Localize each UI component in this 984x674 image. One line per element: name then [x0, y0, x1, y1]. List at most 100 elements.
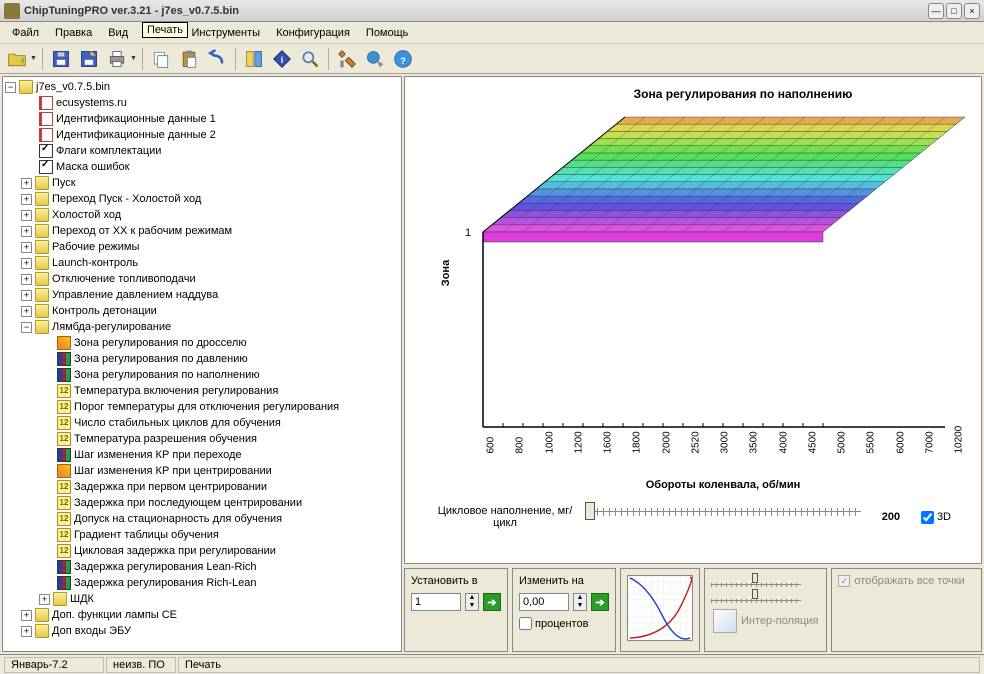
set-input[interactable]	[411, 593, 461, 611]
checkbox-3d-input[interactable]	[921, 511, 934, 524]
tree-item[interactable]: 12Температура разрешения обучения	[5, 431, 399, 447]
adjust-slider-2[interactable]	[711, 595, 801, 601]
tree-item[interactable]: 12Задержка при первом центрировании	[5, 479, 399, 495]
chart-xtick: 10200	[954, 442, 965, 454]
chart-3d[interactable]: Зона 1 600800100012001600180020002520300…	[445, 107, 965, 447]
window-title: ChipTuningPRO ver.3.21 - j7es_v0.7.5.bin	[24, 5, 926, 17]
tree-item[interactable]: +Launch-контроль	[5, 255, 399, 271]
tree-item[interactable]: 12Температура включения регулирования	[5, 383, 399, 399]
bars-icon	[57, 368, 71, 382]
slice-slider[interactable]	[585, 511, 861, 531]
tree-item[interactable]: ecusystems.ru	[5, 95, 399, 111]
chart-xtick: 6000	[895, 442, 906, 454]
tree-item[interactable]: Шаг изменения КР при центрировании	[5, 463, 399, 479]
search-button[interactable]	[297, 46, 323, 72]
menu-config[interactable]: Конфигурация	[268, 25, 358, 41]
tree-item[interactable]: −Лямбда-регулирование	[5, 319, 399, 335]
toolbar: ▼ ▼ i ?	[0, 44, 984, 74]
slider-label: Цикловое наполнение, мг/цикл	[435, 505, 575, 529]
tree-item[interactable]: +Переход Пуск - Холостой ход	[5, 191, 399, 207]
num-icon: 12	[57, 496, 71, 510]
percent-checkbox-input[interactable]	[519, 617, 532, 630]
tree-item[interactable]: +Отключение топливоподачи	[5, 271, 399, 287]
tree-item[interactable]: 12Цикловая задержка при регулировании	[5, 543, 399, 559]
tree-item[interactable]: +Контроль детонации	[5, 303, 399, 319]
saveas-button[interactable]	[76, 46, 102, 72]
close-button[interactable]: ×	[964, 3, 980, 19]
tree-item[interactable]: 12Градиент таблицы обучения	[5, 527, 399, 543]
folder-icon	[35, 256, 49, 270]
copy-button[interactable]	[148, 46, 174, 72]
tree-item[interactable]: Шаг изменения КР при переходе	[5, 447, 399, 463]
change-apply-button[interactable]: ➔	[591, 593, 609, 611]
tree-item[interactable]: +Пуск	[5, 175, 399, 191]
menu-tools[interactable]: Инструменты	[183, 25, 268, 41]
chart-xtick: 4500	[807, 442, 818, 454]
tree-item[interactable]: 12Задержка при последующем центрировании	[5, 495, 399, 511]
change-input[interactable]	[519, 593, 569, 611]
folder-icon	[35, 304, 49, 318]
tree-item[interactable]: 12Число стабильных циклов для обучения	[5, 415, 399, 431]
tree-item[interactable]: Идентификационные данные 2	[5, 127, 399, 143]
show-all-points-checkbox: ✓ отображать все точки	[838, 575, 975, 587]
doc-icon	[39, 112, 53, 126]
paste-button[interactable]	[176, 46, 202, 72]
print-dropdown-icon[interactable]: ▼	[130, 55, 137, 62]
folder-icon	[35, 624, 49, 638]
menubar: Файл Правка Вид Карты Инструменты Конфиг…	[0, 22, 984, 44]
statusbar: Январь-7.2 неизв. ПО Печать	[0, 654, 984, 674]
folder-icon	[35, 320, 49, 334]
tree-item[interactable]: +Переход от ХХ к рабочим режимам	[5, 223, 399, 239]
info-button[interactable]: i	[269, 46, 295, 72]
minimize-button[interactable]: —	[928, 3, 944, 19]
chart-ylabel: Зона	[440, 260, 452, 286]
chart-xtick: 5000	[837, 442, 848, 454]
maximize-button[interactable]: □	[946, 3, 962, 19]
folder-icon	[53, 592, 67, 606]
tree-item[interactable]: +Управление давлением наддува	[5, 287, 399, 303]
menu-edit[interactable]: Правка	[47, 25, 100, 41]
tree-item[interactable]: Задержка регулирования Rich-Lean	[5, 575, 399, 591]
save-button[interactable]	[48, 46, 74, 72]
tree-item[interactable]: Флаги комплектации	[5, 143, 399, 159]
tree-item[interactable]: +Доп. функции лампы CE	[5, 607, 399, 623]
tree-item[interactable]: +Рабочие режимы	[5, 239, 399, 255]
percent-checkbox[interactable]: процентов	[519, 617, 609, 630]
set-apply-button[interactable]: ➔	[483, 593, 501, 611]
tree-panel[interactable]: −j7es_v0.7.5.binecusystems.ruИдентификац…	[2, 76, 402, 652]
menu-help[interactable]: Помощь	[358, 25, 417, 41]
tree-item[interactable]: Зона регулирования по давлению	[5, 351, 399, 367]
tree-item[interactable]: +Доп входы ЭБУ	[5, 623, 399, 639]
help-button[interactable]: ?	[390, 46, 416, 72]
folder-icon	[35, 224, 49, 238]
tree-item[interactable]: +Холостой ход	[5, 207, 399, 223]
config-button[interactable]	[362, 46, 388, 72]
interpolate-button[interactable]: Интер-поляция	[711, 607, 820, 635]
chart-xtick: 7000	[924, 442, 935, 454]
change-spinner[interactable]: ▲▼	[573, 593, 587, 611]
set-spinner[interactable]: ▲▼	[465, 593, 479, 611]
tree-item[interactable]: 12Допуск на стационарность для обучения	[5, 511, 399, 527]
options-box: ✓ отображать все точки	[831, 568, 982, 652]
tools-button[interactable]	[334, 46, 360, 72]
adjust-slider-1[interactable]	[711, 579, 801, 585]
tree-item[interactable]: +ШДК	[5, 591, 399, 607]
tree-item[interactable]: Зона регулирования по наполнению	[5, 367, 399, 383]
curve-preview[interactable]	[627, 575, 693, 641]
folder-icon	[35, 192, 49, 206]
tree-item[interactable]: 12Порог температуры для отключения регул…	[5, 399, 399, 415]
tree-item[interactable]: Маска ошибок	[5, 159, 399, 175]
print-button[interactable]	[104, 46, 130, 72]
tree-item[interactable]: Зона регулирования по дросселю	[5, 335, 399, 351]
interpolate-icon	[713, 609, 737, 633]
tree-item[interactable]: Задержка регулирования Lean-Rich	[5, 559, 399, 575]
checkbox-3d[interactable]: 3D	[921, 511, 951, 524]
open-dropdown-icon[interactable]: ▼	[30, 55, 37, 62]
tree-root[interactable]: −j7es_v0.7.5.bin	[5, 79, 399, 95]
menu-view[interactable]: Вид	[100, 25, 136, 41]
tree-item[interactable]: Идентификационные данные 1	[5, 111, 399, 127]
compare-button[interactable]	[241, 46, 267, 72]
open-button[interactable]	[4, 46, 30, 72]
undo-button[interactable]	[204, 46, 230, 72]
menu-file[interactable]: Файл	[4, 25, 47, 41]
